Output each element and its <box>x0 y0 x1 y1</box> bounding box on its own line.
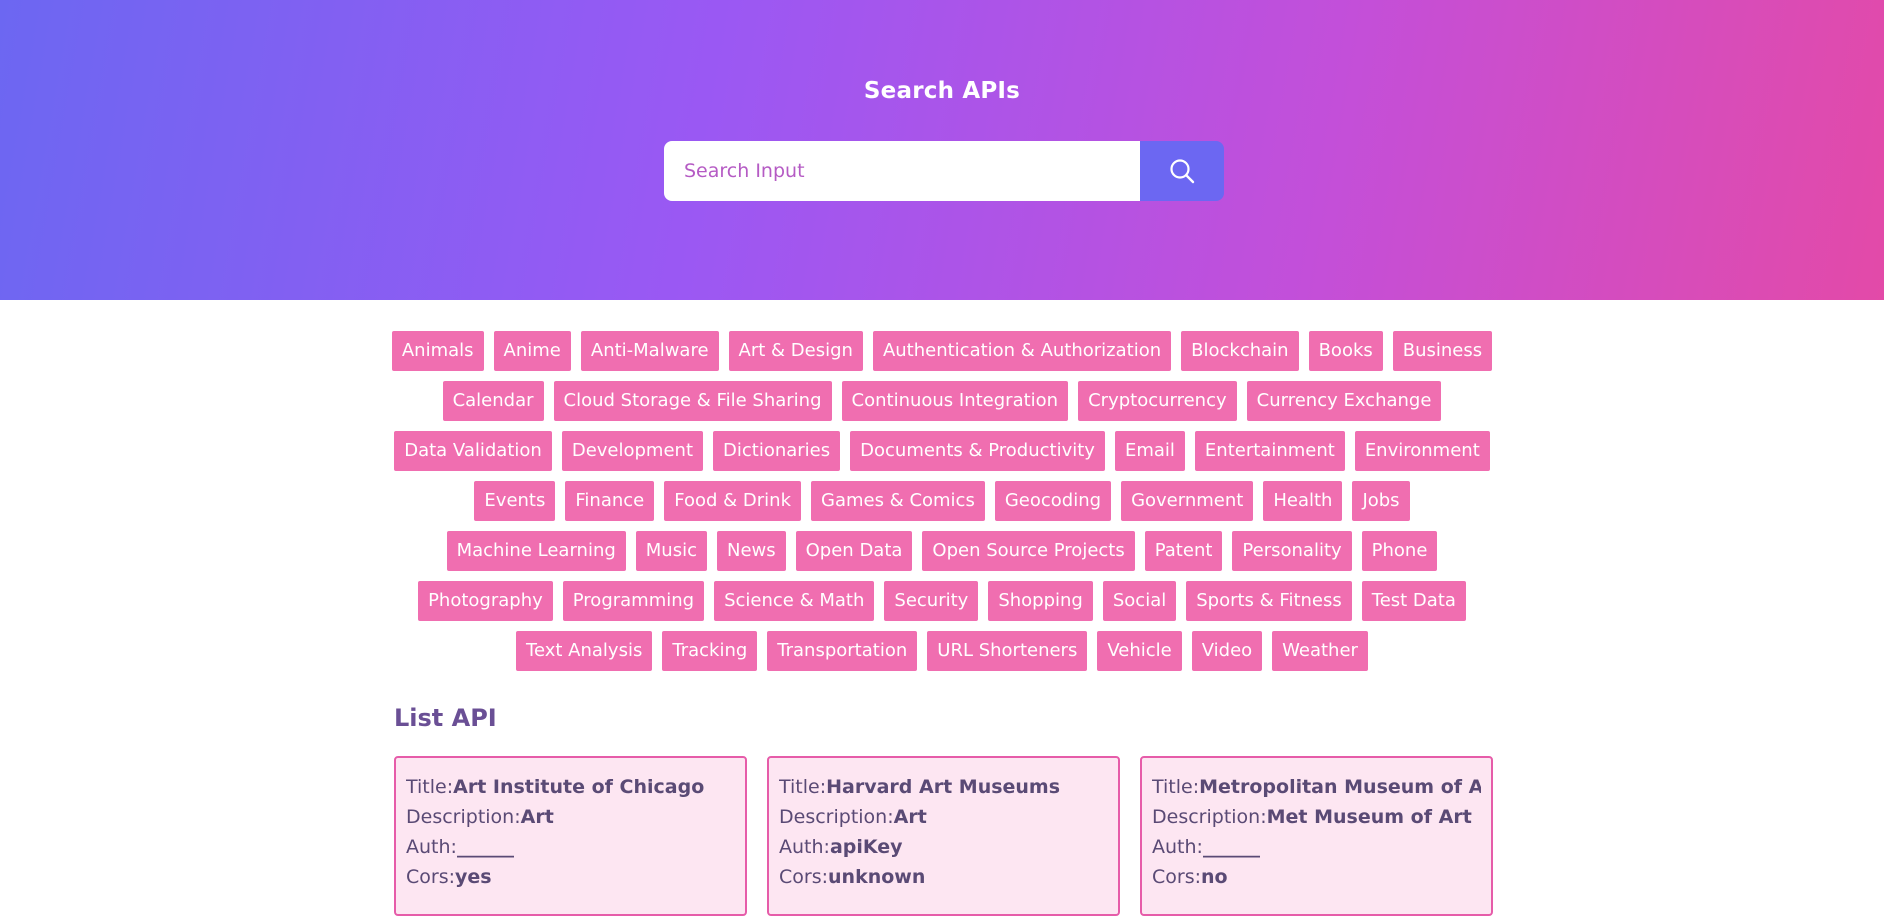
category-tag[interactable]: Open Source Projects <box>922 531 1135 571</box>
category-tag[interactable]: Video <box>1191 631 1263 671</box>
api-card-title-row: Title:Art Institute of Chicago <box>406 772 735 802</box>
api-card-auth-label: Auth: <box>1152 836 1203 858</box>
api-card-title-row: Title:Harvard Art Museums <box>779 772 1108 802</box>
api-card-cors-value: yes <box>455 866 492 888</box>
api-card[interactable]: Title:Art Institute of Chicago Descriptio… <box>394 756 747 916</box>
category-tag[interactable]: Cloud Storage & File Sharing <box>553 381 832 421</box>
category-tag[interactable]: Transportation <box>767 631 918 671</box>
category-tag[interactable]: News <box>717 531 786 571</box>
category-tag[interactable]: Photography <box>418 581 553 621</box>
hero-banner: Search APIs <box>0 0 1884 300</box>
api-card-title-row: Title:Metropolitan Museum of Art <box>1152 772 1481 802</box>
category-tag[interactable]: Shopping <box>988 581 1093 621</box>
api-card-description-value: Art <box>520 806 554 828</box>
api-card-cors-row: Cors:yes <box>406 862 735 892</box>
api-card-title-label: Title: <box>1152 776 1200 798</box>
api-card-auth-label: Auth: <box>406 836 457 858</box>
category-tag[interactable]: Books <box>1308 331 1383 371</box>
api-card[interactable]: Title:Harvard Art Museums Description:Art… <box>767 756 1120 916</box>
api-card-auth-row: Auth:apiKey <box>779 832 1108 862</box>
category-tag[interactable]: Entertainment <box>1194 431 1345 471</box>
category-tag[interactable]: Social <box>1102 581 1177 621</box>
category-tag[interactable]: Open Data <box>795 531 913 571</box>
category-tag[interactable]: Authentication & Authorization <box>872 331 1172 371</box>
category-tag[interactable]: Government <box>1121 481 1254 521</box>
api-card-description-value: Met Museum of Art <box>1266 806 1472 828</box>
category-tag[interactable]: Programming <box>562 581 705 621</box>
category-tag[interactable]: Test Data <box>1361 581 1466 621</box>
category-tag[interactable]: Art & Design <box>728 331 863 371</box>
page-title: Search APIs <box>863 78 1021 104</box>
category-tag[interactable]: Business <box>1392 331 1493 371</box>
category-tag[interactable]: Health <box>1263 481 1343 521</box>
category-tag[interactable]: Blockchain <box>1181 331 1299 371</box>
api-card-cors-row: Cors:unknown <box>779 862 1108 892</box>
category-tag[interactable]: Finance <box>565 481 655 521</box>
api-card-description-row: Description:Art <box>779 802 1108 832</box>
category-tag[interactable]: Phone <box>1361 531 1438 571</box>
api-card-auth-row: Auth:______ <box>1152 832 1481 862</box>
category-tag[interactable]: Anime <box>493 331 571 371</box>
category-tag[interactable]: Dictionaries <box>713 431 841 471</box>
search-button[interactable] <box>1140 141 1224 201</box>
api-card-description-value: Art <box>893 806 927 828</box>
api-card-description-row: Description:Met Museum of Art <box>1152 802 1481 832</box>
category-tag[interactable]: Text Analysis <box>516 631 653 671</box>
api-card-cors-value: unknown <box>828 866 926 888</box>
api-card-cors-label: Cors: <box>1152 866 1202 888</box>
category-tag[interactable]: Continuous Integration <box>841 381 1069 421</box>
category-tag[interactable]: Email <box>1114 431 1185 471</box>
category-tags: Animals Anime Anti-Malware Art & Design Auth… <box>390 331 1494 671</box>
api-card-auth-value: ______ <box>1202 836 1260 858</box>
search-bar <box>664 141 1224 201</box>
category-tag[interactable]: Jobs <box>1352 481 1410 521</box>
category-tag[interactable]: Animals <box>391 331 484 371</box>
api-card-title-label: Title: <box>406 776 454 798</box>
api-card[interactable]: Title:Metropolitan Museum of Art Descript… <box>1140 756 1493 916</box>
category-tag[interactable]: Geocoding <box>994 481 1112 521</box>
api-card-title-value: Art Institute of Chicago <box>453 776 705 798</box>
category-tag[interactable]: Vehicle <box>1097 631 1182 671</box>
category-tag[interactable]: Tracking <box>662 631 758 671</box>
category-tag[interactable]: Currency Exchange <box>1246 381 1442 421</box>
api-card-title-value: Metropolitan Museum of Art <box>1199 776 1481 798</box>
search-icon <box>1170 159 1195 184</box>
category-tag[interactable]: Data Validation <box>394 431 552 471</box>
category-tag[interactable]: Environment <box>1354 431 1490 471</box>
api-card-auth-value: apiKey <box>829 836 903 858</box>
api-card-cors-label: Cors: <box>406 866 456 888</box>
search-input[interactable] <box>664 141 1140 201</box>
api-card-auth-row: Auth:______ <box>406 832 735 862</box>
api-card-description-label: Description: <box>779 806 894 828</box>
category-tag[interactable]: Development <box>561 431 704 471</box>
category-tag[interactable]: Security <box>884 581 979 621</box>
api-card-description-label: Description: <box>1152 806 1267 828</box>
category-tag[interactable]: Machine Learning <box>446 531 626 571</box>
category-tag[interactable]: Sports & Fitness <box>1186 581 1352 621</box>
api-card-cors-row: Cors:no <box>1152 862 1481 892</box>
api-card-title-label: Title: <box>779 776 827 798</box>
list-heading: List API <box>394 704 497 732</box>
category-tag[interactable]: Calendar <box>442 381 544 421</box>
category-tag[interactable]: Games & Comics <box>811 481 985 521</box>
api-card-auth-value: ______ <box>456 836 514 858</box>
api-card-cors-label: Cors: <box>779 866 829 888</box>
category-tag[interactable]: Music <box>635 531 707 571</box>
category-tag[interactable]: Food & Drink <box>664 481 801 521</box>
api-card-list: Title:Art Institute of Chicago Descriptio… <box>394 756 1494 916</box>
category-tag[interactable]: Events <box>474 481 556 521</box>
category-tag[interactable]: Personality <box>1232 531 1352 571</box>
category-tag[interactable]: Weather <box>1272 631 1368 671</box>
api-card-title-value: Harvard Art Museums <box>826 776 1061 798</box>
api-card-cors-value: no <box>1201 866 1228 888</box>
api-card-description-row: Description:Art <box>406 802 735 832</box>
category-tag[interactable]: Anti-Malware <box>580 331 719 371</box>
api-card-description-label: Description: <box>406 806 521 828</box>
category-tag[interactable]: Documents & Productivity <box>850 431 1105 471</box>
category-tag[interactable]: Patent <box>1144 531 1223 571</box>
category-tag[interactable]: Cryptocurrency <box>1078 381 1237 421</box>
api-card-auth-label: Auth: <box>779 836 830 858</box>
category-tag[interactable]: Science & Math <box>714 581 875 621</box>
category-tag[interactable]: URL Shorteners <box>927 631 1088 671</box>
